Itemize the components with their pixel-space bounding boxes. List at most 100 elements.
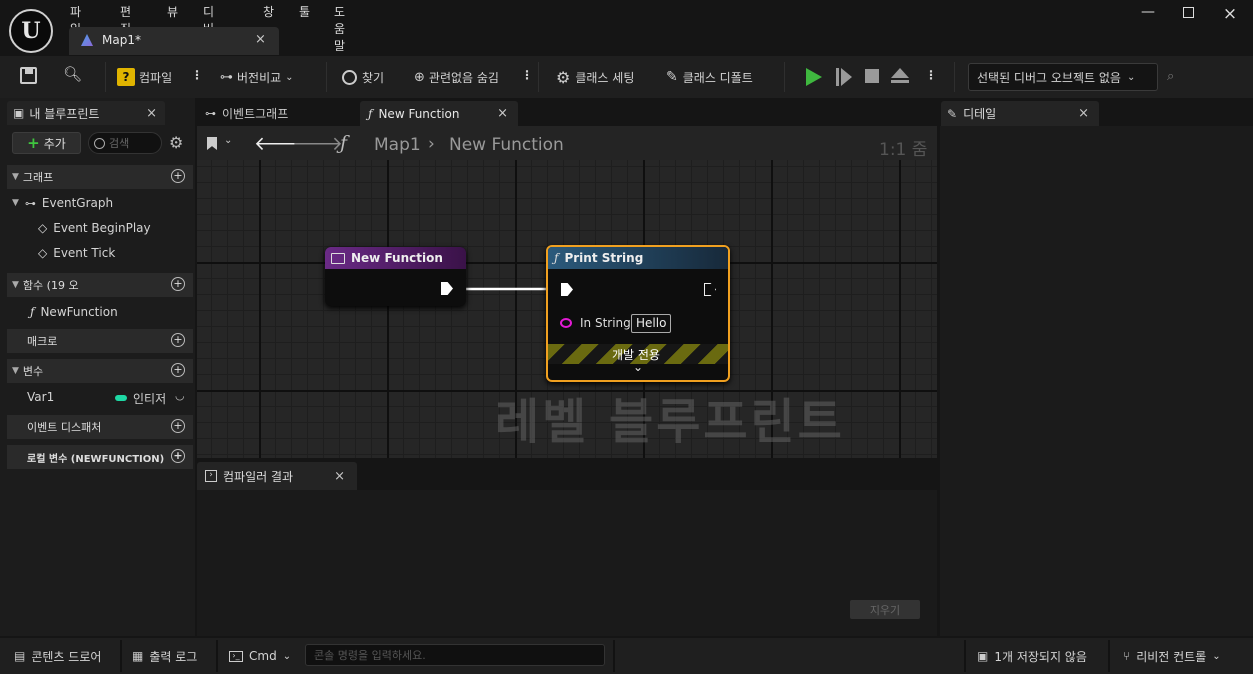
section-variables[interactable]: ▼ 변수 + (7, 359, 193, 383)
find-button[interactable]: 찾기 (342, 64, 384, 90)
console-placeholder: 콘솔 명령을 입력하세요. (314, 649, 426, 662)
visibility-eye-icon[interactable]: ◡ (175, 389, 185, 402)
section-functions[interactable]: ▼ 함수 (19 오 + (7, 273, 193, 297)
save-icon[interactable] (20, 67, 37, 84)
revision-control-button[interactable]: ⑂ 리비전 컨트롤 ⌄ (1123, 640, 1221, 672)
close-icon[interactable]: × (334, 469, 345, 484)
eject-icon[interactable] (891, 68, 909, 84)
browse-icon[interactable]: 🔍︎ (63, 65, 82, 83)
compile-button[interactable]: ? 컴파일 (117, 64, 187, 90)
compiler-results-tab[interactable]: › 컴파일러 결과 × (197, 462, 357, 490)
expand-chevron-icon[interactable]: ⌄ (633, 360, 643, 374)
event-graph-item[interactable]: ▼ ⊶ EventGraph (12, 196, 113, 210)
menu-view[interactable]: 뷰 (167, 3, 178, 20)
close-icon[interactable]: × (1078, 106, 1089, 121)
section-macros[interactable]: 매크로 + (7, 329, 193, 353)
function-entry-node[interactable]: New Function (325, 247, 466, 306)
close-icon[interactable]: × (497, 106, 508, 121)
debug-object-select[interactable]: 선택된 디버그 오브젝트 없음 ⌄ (968, 63, 1158, 91)
menu-help[interactable]: 도움말 (334, 3, 345, 54)
class-defaults-button[interactable]: ✎ 클래스 디폴트 (666, 64, 753, 90)
add-dispatcher-icon[interactable]: + (171, 419, 185, 433)
compiler-results-panel: › 컴파일러 결과 × 지우기 (197, 462, 937, 636)
unreal-logo: U (9, 9, 53, 53)
variable-type[interactable]: 인티저 (133, 390, 171, 407)
details-panel: ✎ 디테일 × (940, 98, 1253, 636)
add-local-var-icon[interactable]: + (171, 449, 185, 463)
diff-button[interactable]: ⊶ 버전비교 ⌄ (220, 64, 294, 90)
document-tab-title: Map1* (102, 33, 141, 47)
unsaved-button[interactable]: ▣ 1개 저장되지 않음 (977, 640, 1087, 672)
menu-tools[interactable]: 툴 (299, 3, 310, 20)
tab-event-graph[interactable]: ⊶ 이벤트그래프 (197, 101, 355, 126)
section-graphs-label: 그래프 (22, 171, 54, 184)
breadcrumb-map[interactable]: Map1 (374, 135, 421, 155)
minimize-button[interactable]: — (1138, 4, 1158, 22)
add-function-icon[interactable]: + (171, 277, 185, 291)
content-drawer-button[interactable]: ▤ 콘텐츠 드로어 (14, 640, 101, 672)
chevron-down-icon[interactable]: ⌄ (224, 135, 232, 146)
section-functions-label: 함수 (19 오 (22, 279, 79, 292)
hide-unrelated-button[interactable]: ⊕ 관련없음 숨김 (414, 64, 499, 90)
print-string-title: Print String (564, 251, 644, 265)
my-blueprint-tab[interactable]: ▣ 내 블루프린트 × (7, 101, 165, 125)
section-graphs[interactable]: ▼ 그래프 + (7, 165, 193, 189)
function-item-label: NewFunction (40, 305, 118, 319)
graph-canvas[interactable]: 레벨 블루프린트 New Function ƒ Print String In … (197, 160, 937, 458)
class-settings-button[interactable]: ⚙ 클래스 세팅 (556, 64, 634, 90)
close-icon[interactable]: × (146, 106, 157, 121)
search-placeholder: 검색 (109, 137, 130, 150)
event-graph-label: EventGraph (41, 196, 114, 210)
string-pin[interactable] (560, 318, 572, 328)
exec-out-pin[interactable] (441, 282, 453, 295)
compile-warning-icon: ? (117, 68, 135, 86)
search-field[interactable]: 검색 (88, 132, 162, 154)
output-log-button[interactable]: ▦ 출력 로그 (132, 640, 197, 672)
tab-new-function[interactable]: ƒ New Function × (360, 101, 518, 126)
exec-out-pin[interactable] (704, 283, 716, 296)
hide-unrelated-label: 관련없음 숨김 (428, 70, 499, 85)
add-button[interactable]: + 추가 (12, 132, 81, 154)
play-button[interactable] (806, 68, 822, 86)
cmd-select[interactable]: ›_ Cmd ⌄ (229, 640, 291, 672)
exec-in-pin[interactable] (561, 283, 573, 296)
section-dispatchers[interactable]: 이벤트 디스패처 + (7, 415, 193, 439)
function-item[interactable]: ƒ NewFunction (30, 305, 118, 319)
book-icon: ▣ (13, 106, 25, 120)
play-options-icon[interactable]: ⋮ (925, 68, 937, 82)
breadcrumb-func[interactable]: New Function (449, 135, 564, 155)
document-tab[interactable]: Map1* × (69, 27, 279, 55)
compile-label: 컴파일 (139, 70, 173, 85)
class-settings-label: 클래스 세팅 (575, 70, 635, 85)
close-icon[interactable]: × (255, 32, 266, 47)
settings-gear-icon[interactable]: ⚙ (169, 133, 183, 152)
menu-window[interactable]: 창 (263, 3, 274, 20)
tab-event-graph-label: 이벤트그래프 (222, 107, 289, 121)
add-macro-icon[interactable]: + (171, 333, 185, 347)
section-local-vars[interactable]: 로컬 변수 (NEWFUNCTION) + (7, 445, 193, 469)
window-close-button[interactable]: × (1220, 4, 1240, 24)
details-tab[interactable]: ✎ 디테일 × (941, 101, 1099, 126)
zoom-label: 1:1 줌 (879, 140, 928, 160)
forward-arrow-icon[interactable]: 🡒 (292, 132, 343, 155)
compile-options-icon[interactable]: ⋮ (191, 68, 203, 82)
add-graph-icon[interactable]: + (171, 169, 185, 183)
details-tab-label: 디테일 (963, 107, 997, 121)
in-string-value[interactable]: Hello (631, 314, 672, 333)
print-string-node[interactable]: ƒ Print String In String Hello 개발 전용 ⌄ (546, 245, 730, 382)
plus-icon: + (27, 134, 40, 152)
add-variable-icon[interactable]: + (171, 363, 185, 377)
bookmark-icon[interactable] (207, 137, 217, 150)
maximize-button[interactable] (1178, 4, 1198, 22)
unsaved-label: 1개 저장되지 않음 (994, 649, 1087, 664)
console-input[interactable]: 콘솔 명령을 입력하세요. (305, 644, 605, 666)
step-icon[interactable] (836, 68, 852, 86)
event-tick-item[interactable]: ◇ Event Tick (38, 246, 115, 260)
event-beginplay-item[interactable]: ◇ Event BeginPlay (38, 221, 151, 235)
clear-button[interactable]: 지우기 (850, 600, 920, 619)
class-defaults-label: 클래스 디폴트 (682, 70, 753, 85)
more-options-icon[interactable]: ⋮ (521, 68, 533, 82)
variable-item[interactable]: Var1 (27, 390, 54, 404)
stop-icon[interactable] (865, 69, 879, 83)
debug-browse-icon[interactable]: ⌕ (1167, 69, 1174, 84)
